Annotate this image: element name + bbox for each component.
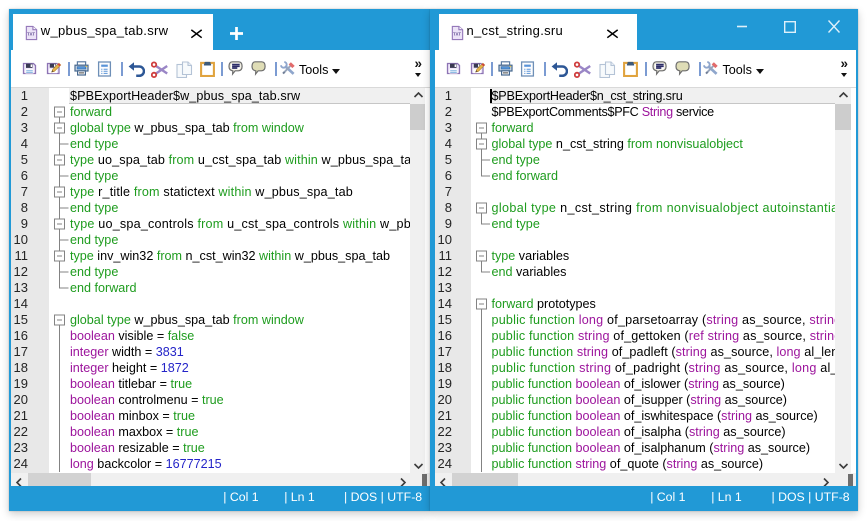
svg-text:TXT: TXT xyxy=(27,31,35,36)
svg-text:TXT: TXT xyxy=(453,31,461,36)
